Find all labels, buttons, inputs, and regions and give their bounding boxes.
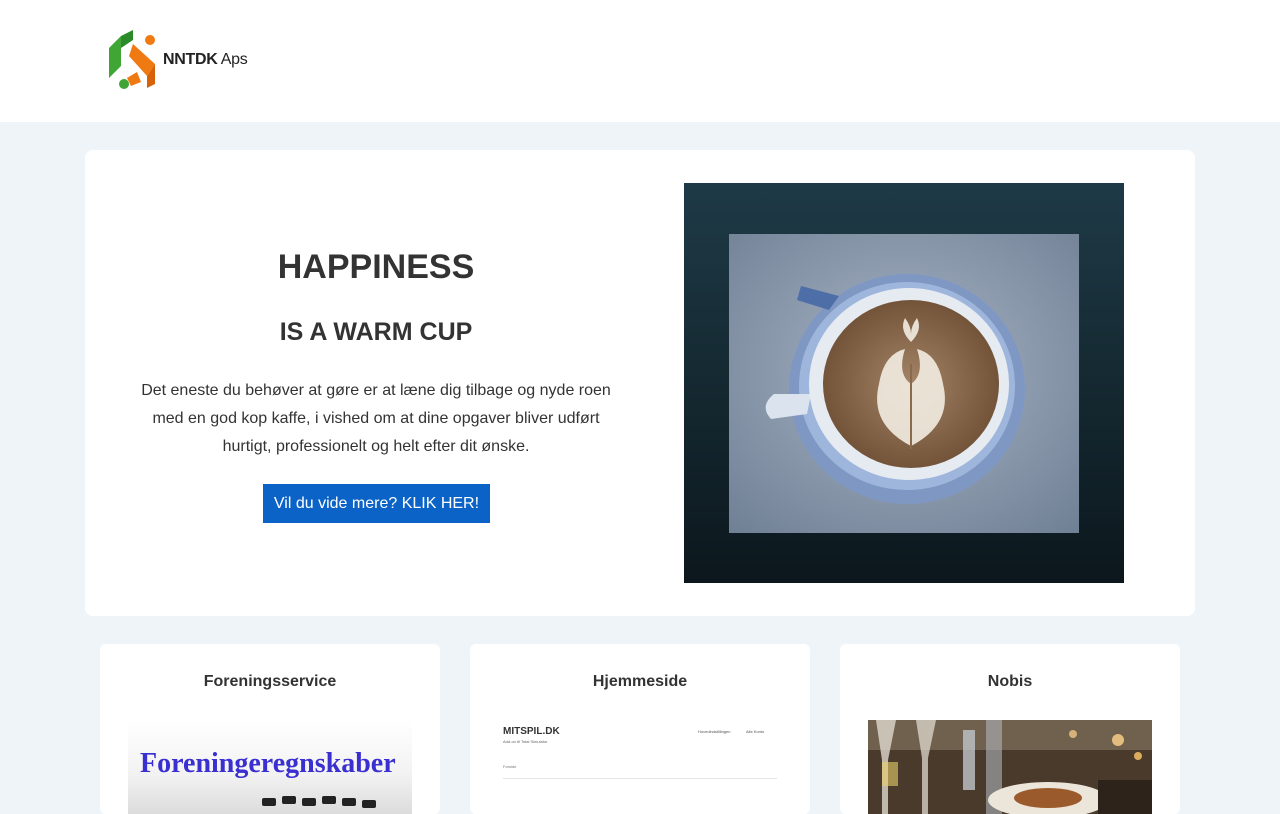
card-nobis[interactable]: Nobis (840, 644, 1180, 814)
website-preview-logo: MITSPIL.DK (503, 726, 560, 737)
nntdk-logo-icon (109, 30, 155, 89)
card-foreningsservice[interactable]: Foreningsservice Foreningeregnskaber (100, 644, 440, 814)
card-title: Foreningsservice (203, 673, 337, 690)
hero-subtitle: IS A WARM CUP (279, 318, 473, 346)
card-hjemmeside[interactable]: Hjemmeside MITSPIL.DK Add-on til Total S… (470, 644, 810, 814)
hero-text-column: HAPPINESS IS A WARM CUP Det eneste du be… (125, 150, 627, 616)
site-logo[interactable]: NNTDK Aps (107, 28, 257, 92)
card-title: Hjemmeside (592, 673, 688, 690)
site-header: NNTDK Aps (0, 0, 1280, 122)
website-preview-divider (503, 778, 777, 779)
hero-section: HAPPINESS IS A WARM CUP Det eneste du be… (85, 150, 1195, 616)
coffee-cup-image (729, 234, 1079, 533)
website-preview-tagline: Add-on til Total Simulator (503, 739, 548, 744)
keyboard-keys-image (262, 796, 376, 808)
website-preview-nav-1: Hovedindstillingen (698, 729, 731, 734)
logo-suffix: Aps (220, 51, 248, 68)
learn-more-button[interactable]: Vil du vide mere? KLIK HER! (263, 484, 490, 523)
card-title: Nobis (987, 673, 1033, 690)
logo-text: NNTDK Aps (163, 51, 248, 69)
website-preview-nav-2: Alle Konto (746, 729, 765, 734)
website-preview-side: Forside (503, 764, 517, 769)
logo-brand: NNTDK (163, 51, 218, 68)
hero-image-frame (684, 183, 1124, 583)
card-image-text: Foreningeregnskaber (140, 748, 396, 779)
hero-description: Det eneste du behøver at gøre er at læne… (141, 382, 611, 455)
hero-title: HAPPINESS (277, 248, 475, 286)
